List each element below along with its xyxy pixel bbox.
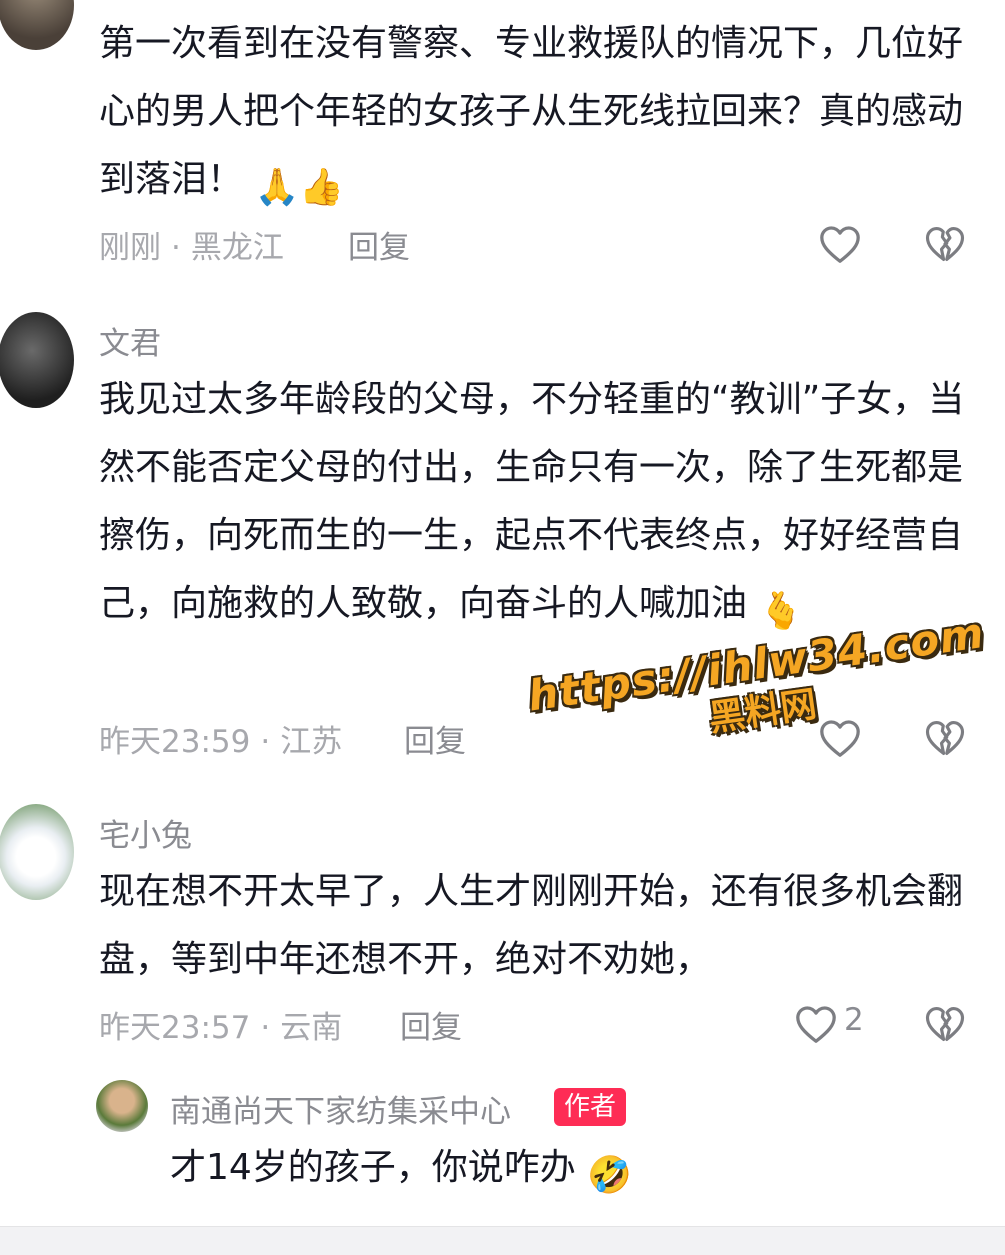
dislike-broken-heart-icon[interactable]: [924, 224, 966, 264]
like-count: 2: [844, 1002, 864, 1038]
like-heart-icon[interactable]: [818, 718, 862, 758]
comment-meta: 刚刚 · 黑龙江: [99, 230, 284, 266]
finger-heart-emoji: 🫰: [758, 591, 804, 632]
avatar[interactable]: [96, 1080, 148, 1132]
avatar[interactable]: [0, 312, 74, 408]
reply-button[interactable]: 回复: [348, 222, 410, 267]
dislike-broken-heart-icon[interactable]: [924, 1004, 966, 1044]
like-heart-icon[interactable]: [794, 1004, 838, 1044]
like-heart-icon[interactable]: [818, 224, 862, 264]
avatar[interactable]: [0, 804, 74, 900]
author-badge: 作者: [554, 1088, 627, 1126]
avatar[interactable]: [0, 0, 74, 50]
reply-text: 才14岁的孩子，你说咋办 🤣: [170, 1134, 970, 1210]
comment-location: 江苏: [280, 724, 343, 760]
bottom-cutoff-bar: [0, 1226, 1005, 1255]
reply-button[interactable]: 回复: [400, 1002, 462, 1047]
comment-time: 刚刚: [99, 230, 161, 266]
comment-time: 昨天23:57: [99, 1010, 251, 1046]
comment-meta: 昨天23:57 · 云南: [99, 1010, 343, 1046]
comment-text: 现在想不开太早了，人生才刚刚开始，还有很多机会翻盘，等到中年还想不开，绝对不劝她…: [99, 871, 964, 980]
pray-thumbs-emoji: 🙏👍: [254, 167, 345, 208]
comment-location: 云南: [280, 1010, 343, 1046]
comment-text: 我见过太多年龄段的父母，不分轻重的“教训”子女，当然不能否定父母的付出，生命只有…: [99, 366, 969, 646]
comment-meta: 昨天23:59 · 江苏: [99, 724, 343, 760]
comment-username[interactable]: 宅小兔: [99, 810, 192, 855]
comment-username[interactable]: 文君: [99, 318, 161, 363]
rolling-laughing-emoji: 🤣: [587, 1155, 633, 1196]
reply-username[interactable]: 南通尚天下家纺集采中心: [170, 1086, 511, 1131]
reply-button[interactable]: 回复: [404, 716, 466, 761]
dislike-broken-heart-icon[interactable]: [924, 718, 966, 758]
comment-time: 昨天23:59: [99, 724, 251, 760]
comment-text: 第一次看到在没有警察、专业救援队的情况下，几位好心的男人把个年轻的女孩子从生死线…: [99, 10, 969, 222]
comment-location: 黑龙江: [190, 230, 284, 266]
